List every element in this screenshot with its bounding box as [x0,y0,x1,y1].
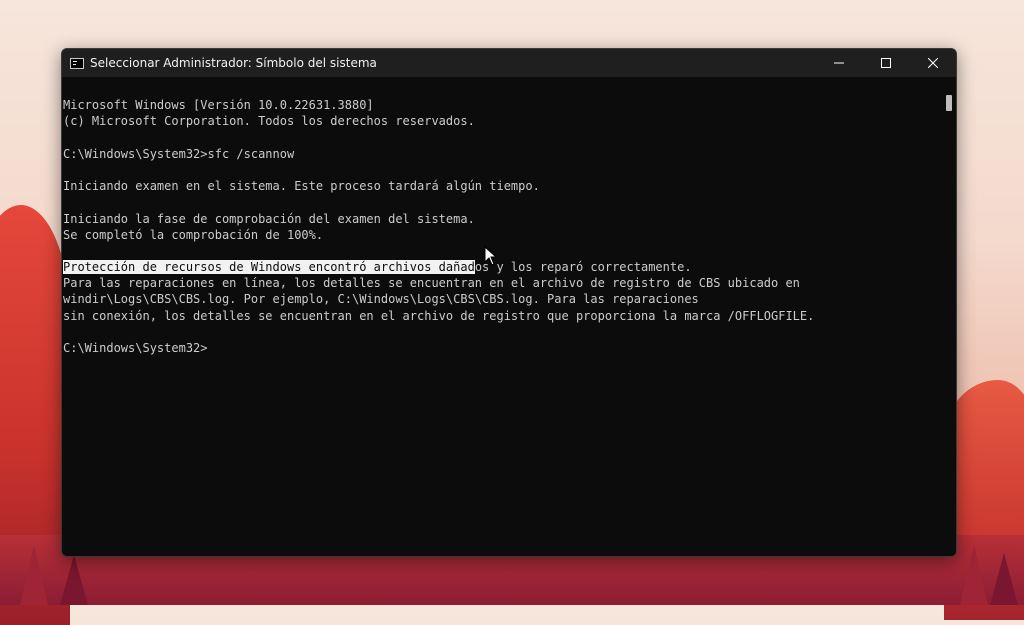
minimize-button[interactable] [815,49,862,77]
console-line: Iniciando examen en el sistema. Este pro… [63,179,540,194]
console-line: sin conexión, los detalles se encuentran… [63,308,815,323]
title-bar[interactable]: Seleccionar Administrador: Símbolo del s… [62,49,956,77]
text-selection[interactable]: Protección de recursos de Windows encont… [63,260,475,275]
console-line: Se completó la comprobación de 100%. [63,227,324,242]
close-button[interactable] [909,49,956,77]
maximize-button[interactable] [862,49,909,77]
console-line-highlighted[interactable]: Protección de recursos de Windows encont… [63,259,942,275]
maximize-icon [880,58,891,68]
console-prompt[interactable]: C:\Windows\System32> [63,340,942,356]
console-line: Iniciando la fase de comprobación del ex… [63,211,475,226]
console-line: C:\Windows\System32>sfc /scannow [63,146,295,161]
tree [20,545,48,605]
command-prompt-window[interactable]: Seleccionar Administrador: Símbolo del s… [61,48,957,557]
console-output[interactable]: Microsoft Windows [Versión 10.0.22631.38… [62,77,942,556]
minimize-icon [833,62,844,64]
close-icon [927,58,938,68]
tree [990,553,1018,605]
scrollbar-thumb[interactable] [946,95,952,111]
console-text: os y los reparó correctamente. [474,260,692,275]
mouse-pointer-icon [484,246,498,266]
tree [60,555,88,605]
window-title: Seleccionar Administrador: Símbolo del s… [90,56,377,70]
console-line: (c) Microsoft Corporation. Todos los der… [63,114,475,129]
console-line: Microsoft Windows [Versión 10.0.22631.38… [63,98,374,113]
console-line: Para las reparaciones en línea, los deta… [63,276,800,291]
tree [960,545,988,605]
vertical-scrollbar[interactable] [942,77,956,556]
cmd-app-icon[interactable] [70,57,84,69]
console-line: windir\Logs\CBS\CBS.log. Por ejemplo, C:… [63,292,699,307]
window-controls [815,49,956,77]
